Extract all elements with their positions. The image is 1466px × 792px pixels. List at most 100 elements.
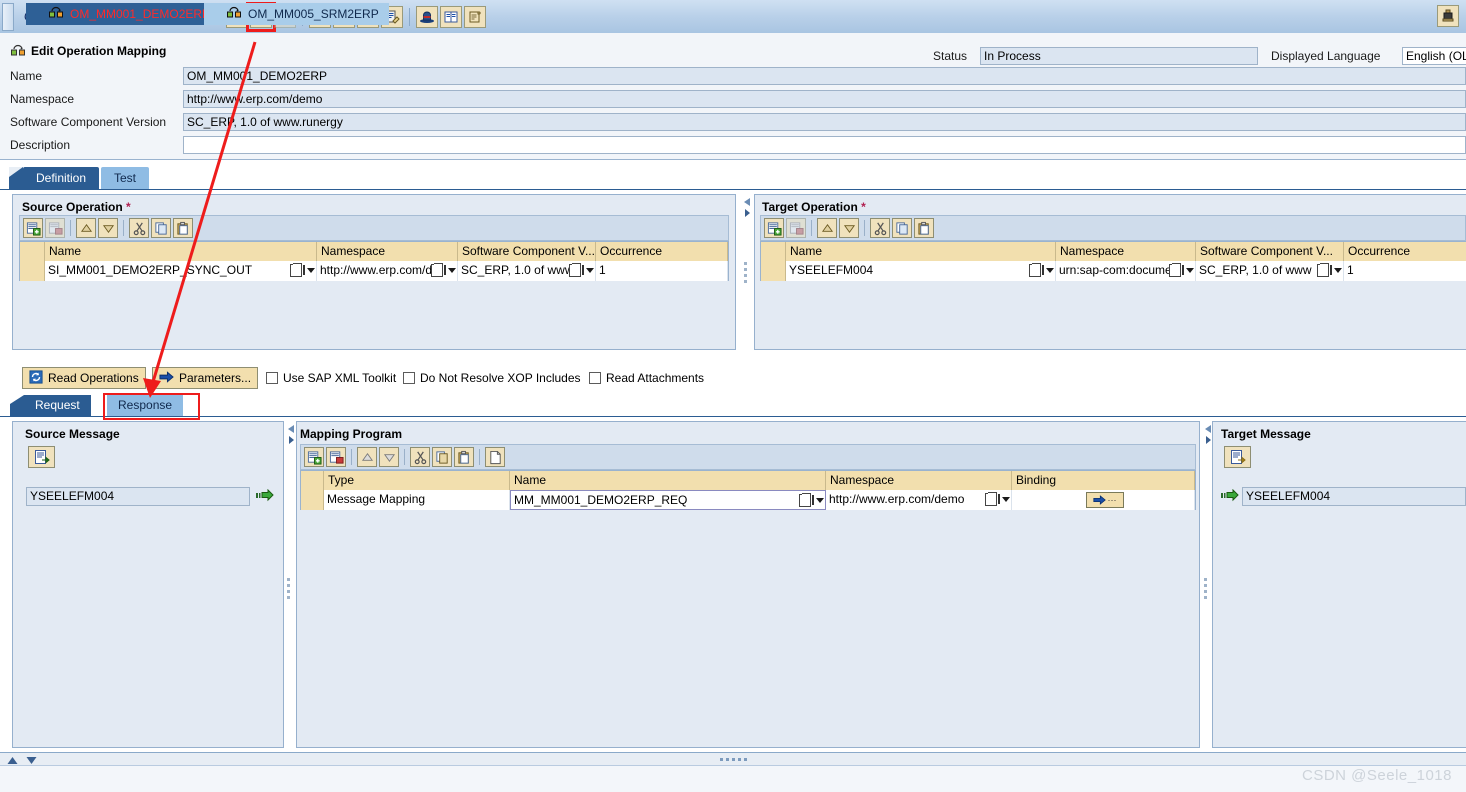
value-help-icon[interactable] — [1169, 262, 1194, 278]
cut-icon[interactable] — [129, 218, 149, 238]
column-header-software-component[interactable]: Software Component V... — [458, 242, 596, 261]
paste-icon[interactable] — [173, 218, 193, 238]
move-down-icon[interactable] — [839, 218, 859, 238]
column-header-software-component[interactable]: Software Component V... — [1196, 242, 1344, 261]
cell-occurrence[interactable]: 1 — [1344, 261, 1466, 281]
checkbox-read-attachments[interactable]: Read Attachments — [589, 371, 704, 385]
new-document-icon[interactable] — [485, 447, 505, 467]
taskbar-tab-om-mm001-demo2erp[interactable]: OM_MM001_DEMO2ERP — [26, 3, 221, 25]
tab-definition[interactable]: Definition — [23, 167, 100, 190]
move-down-icon[interactable] — [98, 218, 118, 238]
scroll-up-icon[interactable] — [6, 754, 19, 768]
delete-row-icon[interactable] — [326, 447, 346, 467]
checkbox-do-not-resolve-xop-includes[interactable]: Do Not Resolve XOP Includes — [403, 371, 581, 385]
target-message-field[interactable]: YSEELEFM004 — [1242, 487, 1466, 506]
insert-row-icon[interactable] — [23, 218, 43, 238]
toolbar-drag-handle[interactable] — [2, 2, 14, 31]
cell-namespace[interactable]: http://www.erp.com/d — [317, 261, 458, 281]
checkbox-label: Use SAP XML Toolkit — [283, 371, 397, 385]
table-row[interactable]: YSEELEFM004 urn:sap-com:docume SC_ERP, 1… — [761, 261, 1466, 281]
column-header-name[interactable]: Name — [45, 242, 317, 261]
name-field[interactable]: OM_MM001_DEMO2ERP — [183, 67, 1466, 85]
value-help-icon[interactable] — [290, 262, 315, 278]
insert-row-icon[interactable] — [764, 218, 784, 238]
cell-namespace[interactable]: http://www.erp.com/demo — [826, 490, 1012, 510]
table-row[interactable]: SI_MM001_DEMO2ERP_SYNC_OUT http://www.er… — [20, 261, 728, 281]
column-header-occurrence[interactable]: Occurrence — [596, 242, 728, 261]
cut-icon[interactable] — [870, 218, 890, 238]
column-header-binding[interactable]: Binding — [1012, 471, 1195, 490]
open-target-message-icon[interactable] — [1224, 446, 1251, 468]
value-help-icon[interactable] — [569, 262, 594, 278]
row-selector[interactable] — [301, 490, 324, 510]
cell-binding[interactable]: ··· — [1012, 490, 1195, 510]
software-component-version-field[interactable]: SC_ERP, 1.0 of www.runergy — [183, 113, 1466, 131]
copy-icon[interactable] — [892, 218, 912, 238]
column-header-type[interactable]: Type — [324, 471, 510, 490]
move-up-icon[interactable] — [357, 447, 377, 467]
binding-button[interactable]: ··· — [1085, 492, 1124, 508]
tab-response[interactable]: Response — [107, 395, 184, 416]
column-header-occurrence[interactable]: Occurrence — [1344, 242, 1466, 261]
namespace-field[interactable]: http://www.erp.com/demo — [183, 90, 1466, 108]
description-field[interactable] — [183, 136, 1466, 154]
documentation-icon[interactable] — [439, 5, 462, 28]
source-operation-title-text: Source Operation — [22, 200, 123, 214]
copy-icon[interactable] — [151, 218, 171, 238]
source-message-field[interactable]: YSEELEFM004 — [26, 487, 250, 506]
value-help-icon[interactable] — [985, 491, 1010, 507]
lock-object-icon[interactable] — [1437, 5, 1459, 27]
bottom-splitter-grip[interactable] — [719, 758, 747, 761]
value-help-icon[interactable] — [1029, 262, 1054, 278]
paste-icon[interactable] — [914, 218, 934, 238]
collapse-mapping-program-panel-icon[interactable] — [1203, 424, 1212, 455]
cell-name[interactable]: SI_MM001_DEMO2ERP_SYNC_OUT — [45, 261, 317, 281]
move-down-icon[interactable] — [379, 447, 399, 467]
value-help-icon[interactable] — [1317, 262, 1342, 278]
taskbar-tab-om-mm005-srm2erp[interactable]: OM_MM005_SRM2ERP — [204, 3, 389, 25]
cell-namespace[interactable]: urn:sap-com:docume — [1056, 261, 1196, 281]
column-header-namespace[interactable]: Namespace — [317, 242, 458, 261]
value-help-icon[interactable] — [431, 262, 456, 278]
column-header-name[interactable]: Name — [786, 242, 1056, 261]
copy-icon[interactable] — [432, 447, 452, 467]
source-message-splitter-handle[interactable] — [287, 578, 290, 602]
script-icon[interactable] — [463, 5, 486, 28]
tab-test[interactable]: Test — [101, 167, 150, 190]
read-operations-button[interactable]: Read Operations — [22, 367, 146, 389]
checkbox-box[interactable] — [589, 372, 601, 384]
cell-occurrence[interactable]: 1 — [596, 261, 728, 281]
mapping-program-splitter-handle[interactable] — [1204, 578, 1207, 602]
move-up-icon[interactable] — [76, 218, 96, 238]
column-header-name[interactable]: Name — [510, 471, 826, 490]
displayed-language-field[interactable]: English (OL) — [1402, 47, 1466, 65]
cut-icon[interactable] — [410, 447, 430, 467]
cell-name[interactable]: YSEELEFM004 — [786, 261, 1056, 281]
cell-software-component[interactable]: SC_ERP, 1.0 of www — [1196, 261, 1344, 281]
checkbox-box[interactable] — [403, 372, 415, 384]
checkbox-use-sap-xml-toolkit[interactable]: Use SAP XML Toolkit — [266, 371, 396, 385]
cell-name[interactable]: MM_MM001_DEMO2ERP_REQ — [510, 490, 826, 510]
collapse-left-panel-icon[interactable] — [742, 197, 751, 228]
collapse-source-message-panel-icon[interactable] — [286, 424, 295, 455]
scroll-down-icon[interactable] — [25, 754, 38, 768]
parameters-button[interactable]: Parameters... — [152, 367, 259, 389]
column-header-namespace[interactable]: Namespace — [1056, 242, 1196, 261]
table-row[interactable]: Message Mapping MM_MM001_DEMO2ERP_REQ ht… — [301, 490, 1195, 510]
row-selector[interactable] — [761, 261, 786, 281]
history-icon[interactable] — [415, 5, 438, 28]
panel-splitter-handle[interactable] — [744, 262, 747, 286]
value-help-icon[interactable] — [799, 492, 824, 508]
cell-type[interactable]: Message Mapping — [324, 490, 510, 510]
cell-software-component[interactable]: SC_ERP, 1.0 of www — [458, 261, 596, 281]
move-up-icon[interactable] — [817, 218, 837, 238]
open-source-message-icon[interactable] — [28, 446, 55, 468]
row-selector[interactable] — [20, 261, 45, 281]
column-header-namespace[interactable]: Namespace — [826, 471, 1012, 490]
checkbox-box[interactable] — [266, 372, 278, 384]
paste-icon[interactable] — [454, 447, 474, 467]
tab-request[interactable]: Request — [24, 395, 91, 416]
insert-row-icon[interactable] — [304, 447, 324, 467]
toolbar-separator-3 — [479, 449, 480, 465]
status-field: In Process — [980, 47, 1258, 65]
